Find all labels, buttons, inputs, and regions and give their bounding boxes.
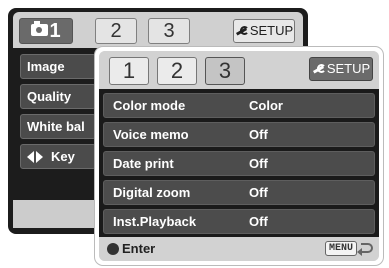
recording-menu-tabbar: 1 2 3 SETUP	[13, 12, 303, 48]
setting-value: Off	[249, 214, 268, 229]
setting-row-color-mode[interactable]: Color mode Color	[103, 93, 375, 118]
arrow-left-icon	[27, 150, 34, 163]
setting-label: Color mode	[113, 98, 186, 113]
tab-2[interactable]: 2	[157, 57, 197, 85]
enter-dot-icon	[107, 243, 119, 255]
setting-label: Voice memo	[113, 127, 189, 142]
arrow-right-icon	[36, 150, 43, 163]
setup-menu-inner: 1 2 3 SETUP Color mode Color Voice memo …	[99, 51, 379, 261]
camera-icon	[31, 20, 49, 36]
setting-row-digital-zoom[interactable]: Digital zoom Off	[103, 180, 375, 205]
tab-3[interactable]: 3	[205, 57, 245, 85]
tab-recording-3[interactable]: 3	[148, 18, 190, 44]
menu-item-quality[interactable]: Quality	[20, 84, 96, 109]
setup-menu-tabbar: 1 2 3 SETUP	[99, 51, 379, 89]
setup-menu-footer: Enter MENU	[99, 237, 379, 261]
tab-recording-1[interactable]: 1	[19, 18, 73, 44]
setting-value: Off	[249, 156, 268, 171]
wrench-icon	[312, 63, 326, 74]
setting-label: Digital zoom	[113, 185, 191, 200]
setting-value: Color	[249, 98, 283, 113]
setting-value: Off	[249, 185, 268, 200]
setting-row-voice-memo[interactable]: Voice memo Off	[103, 122, 375, 147]
tab-setup-back[interactable]: SETUP	[233, 19, 295, 43]
wrench-icon	[235, 25, 249, 36]
setup-menu-panel: 1 2 3 SETUP Color mode Color Voice memo …	[94, 46, 384, 266]
back-arrow-icon	[357, 243, 373, 256]
menu-button[interactable]: MENU	[324, 241, 357, 256]
menu-item-white-balance[interactable]: White bal	[20, 114, 96, 139]
setting-value: Off	[249, 127, 268, 142]
menu-item-key[interactable]: Key	[20, 144, 96, 169]
tab-setup[interactable]: SETUP	[309, 57, 373, 81]
settings-list: Color mode Color Voice memo Off Date pri…	[99, 89, 379, 239]
menu-item-image[interactable]: Image	[20, 54, 96, 79]
tab-recording-2[interactable]: 2	[95, 18, 137, 44]
setting-row-date-print[interactable]: Date print Off	[103, 151, 375, 176]
enter-hint: Enter	[122, 241, 156, 256]
tab-1[interactable]: 1	[109, 57, 149, 85]
setting-label: Inst.Playback	[113, 214, 197, 229]
setting-label: Date print	[113, 156, 174, 171]
setting-row-inst-playback[interactable]: Inst.Playback Off	[103, 209, 375, 234]
